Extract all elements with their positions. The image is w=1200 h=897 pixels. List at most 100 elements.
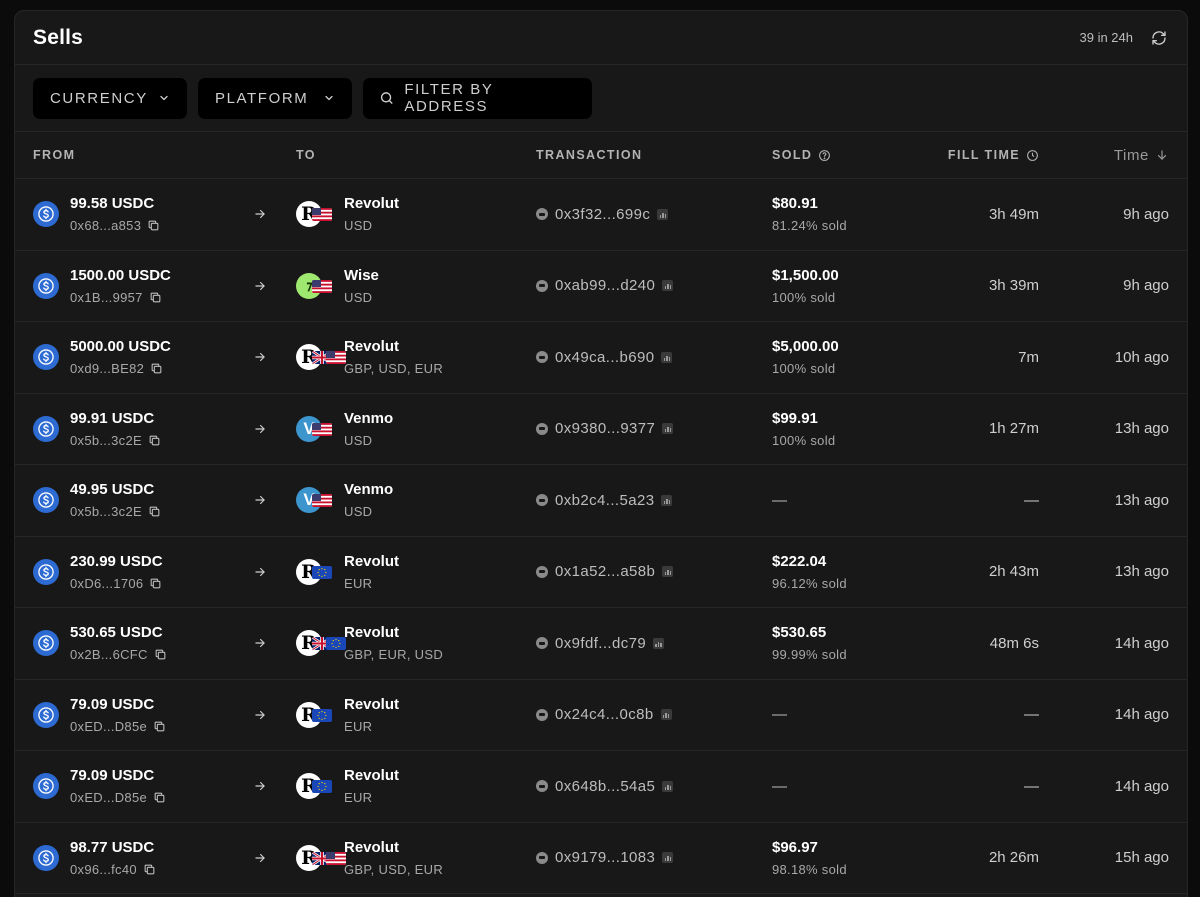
- seller-address[interactable]: 0xED...D85e: [70, 719, 147, 734]
- transaction-link[interactable]: 0x1a52...a58b: [536, 563, 674, 580]
- refresh-icon[interactable]: [1149, 28, 1169, 48]
- transaction-link[interactable]: 0x9fdf...dc79: [536, 635, 665, 652]
- to-cell: R Revolut EUR: [296, 680, 399, 751]
- usdc-icon: [33, 844, 59, 871]
- table-row[interactable]: 79.09 USDC 0xED...D85e R Revolut EUR: [15, 680, 1187, 751]
- from-cell: 99.58 USDC 0x68...a853: [33, 179, 160, 250]
- sell-amount: 98.77 USDC: [70, 838, 155, 856]
- table-row[interactable]: 79.09 USDC 0xED...D85e R Revolut EUR: [15, 751, 1187, 823]
- transaction-link[interactable]: 0x3f32...699c: [536, 206, 669, 223]
- explorer-icon[interactable]: [653, 637, 665, 649]
- copy-icon[interactable]: [153, 720, 166, 733]
- explorer-icon[interactable]: [662, 852, 674, 864]
- explorer-icon[interactable]: [662, 280, 674, 292]
- seller-address[interactable]: 0x5b...3c2E: [70, 504, 142, 519]
- table-row[interactable]: 99.58 USDC 0x68...a853 R Revolut USD 0x3…: [15, 179, 1187, 251]
- copy-icon[interactable]: [150, 362, 163, 375]
- sold-amount: $222.04: [772, 552, 827, 570]
- copy-icon[interactable]: [147, 219, 160, 232]
- arrow-right-icon: [253, 179, 267, 250]
- table-row[interactable]: 99.91 USDC 0x5b...3c2E V Venmo USD 0x938…: [15, 394, 1187, 465]
- platform-currencies: GBP, EUR, USD: [344, 647, 444, 663]
- arrow-right-icon: [253, 823, 267, 894]
- seller-address[interactable]: 0x5b...3c2E: [70, 433, 142, 448]
- sold-cell: $222.04 96.12% sold: [772, 537, 847, 608]
- currency-flags: [312, 208, 332, 222]
- table-row[interactable]: 230.99 USDC 0xD6...1706 R Revolut EUR 0x…: [15, 537, 1187, 608]
- usdc-icon: [33, 558, 59, 585]
- seller-address[interactable]: 0xD6...1706: [70, 576, 143, 591]
- fill-time: 48m 6s: [989, 634, 1039, 652]
- chain-icon: [536, 708, 548, 721]
- chain-icon: [536, 351, 548, 364]
- sold-amount: $5,000.00: [772, 338, 839, 356]
- from-text: 79.09 USDC 0xED...D85e: [70, 696, 166, 734]
- transaction-link[interactable]: 0xab99...d240: [536, 277, 674, 294]
- seller-address[interactable]: 0x68...a853: [70, 218, 141, 233]
- transaction-cell: 0x1a52...a58b: [536, 537, 674, 608]
- table-row[interactable]: 49.95 USDC 0x5b...3c2E V Venmo USD 0xb2c…: [15, 465, 1187, 537]
- table-row[interactable]: 98.77 USDC 0x96...fc40 R Revolut GBP, US…: [15, 823, 1187, 894]
- seller-address[interactable]: 0xED...D85e: [70, 790, 147, 805]
- sell-time: 14h ago: [1114, 634, 1169, 652]
- seller-address[interactable]: 0x1B...9957: [70, 290, 143, 305]
- column-header-to[interactable]: TO: [296, 148, 316, 162]
- platform-currencies: USD: [344, 218, 373, 234]
- copy-icon[interactable]: [154, 648, 167, 661]
- explorer-icon[interactable]: [661, 351, 673, 363]
- transaction-link[interactable]: 0x648b...54a5: [536, 778, 674, 795]
- usdc-icon: [33, 630, 59, 657]
- platform-dropdown[interactable]: PLATFORM: [198, 77, 352, 119]
- arrow-right-icon: [253, 251, 267, 322]
- table-row[interactable]: 5000.00 USDC 0xd9...BE82 R Revolut GBP, …: [15, 322, 1187, 394]
- flag-us-icon: [326, 851, 346, 865]
- explorer-icon[interactable]: [662, 780, 674, 792]
- explorer-icon[interactable]: [657, 208, 669, 220]
- currency-flags: [312, 494, 332, 508]
- sell-amount: 99.91 USDC: [70, 409, 155, 427]
- column-header-sold[interactable]: SOLD: [772, 148, 831, 162]
- explorer-icon[interactable]: [660, 709, 672, 721]
- info-icon[interactable]: [1026, 149, 1039, 162]
- column-header-time[interactable]: Time: [1114, 147, 1169, 164]
- column-header-transaction[interactable]: TRANSACTION: [536, 148, 642, 162]
- transaction-link[interactable]: 0x9179...1083: [536, 849, 674, 866]
- seller-address[interactable]: 0x96...fc40: [70, 862, 137, 877]
- table-header: FROM TO TRANSACTION SOLD FILL TIME Time: [15, 132, 1187, 179]
- platform-currencies: USD: [344, 289, 373, 305]
- transaction-cell: 0x3f32...699c: [536, 179, 669, 250]
- to-text: Revolut GBP, EUR, USD: [344, 624, 443, 662]
- column-header-fill-time[interactable]: FILL TIME: [948, 148, 1039, 162]
- info-icon[interactable]: [818, 149, 831, 162]
- address-filter-input[interactable]: FILTER BY ADDRESS: [363, 77, 592, 119]
- chain-icon: [536, 422, 548, 435]
- fill-time: 7m: [1018, 348, 1039, 366]
- copy-icon[interactable]: [143, 863, 156, 876]
- column-header-from[interactable]: FROM: [33, 148, 75, 162]
- column-header-sold-label: SOLD: [772, 148, 813, 162]
- explorer-icon[interactable]: [662, 423, 674, 435]
- currency-flags: [312, 422, 332, 436]
- platform-name: Revolut: [344, 838, 400, 856]
- copy-icon[interactable]: [148, 505, 161, 518]
- transaction-link[interactable]: 0xb2c4...5a23: [536, 492, 673, 509]
- transaction-link[interactable]: 0x9380...9377: [536, 420, 674, 437]
- copy-icon[interactable]: [149, 291, 162, 304]
- copy-icon[interactable]: [148, 434, 161, 447]
- fill-time: —: [1024, 491, 1039, 509]
- copy-icon[interactable]: [149, 577, 162, 590]
- currency-flags: [312, 708, 332, 722]
- seller-address[interactable]: 0xd9...BE82: [70, 361, 144, 376]
- transaction-link[interactable]: 0x49ca...b690: [536, 349, 673, 366]
- explorer-icon[interactable]: [662, 566, 674, 578]
- to-cell: R Revolut GBP, USD, EUR: [296, 823, 443, 894]
- transaction-link[interactable]: 0x24c4...0c8b: [536, 706, 672, 723]
- usdc-icon: [33, 272, 59, 299]
- currency-dropdown[interactable]: CURRENCY: [33, 77, 187, 119]
- platform-name: Revolut: [344, 195, 400, 213]
- seller-address[interactable]: 0x2B...6CFC: [70, 647, 148, 662]
- explorer-icon[interactable]: [661, 494, 673, 506]
- table-row[interactable]: 1500.00 USDC 0x1B...9957 ⁊ Wise USD 0xab…: [15, 251, 1187, 322]
- table-row[interactable]: 530.65 USDC 0x2B...6CFC R Revolut GBP, E…: [15, 608, 1187, 680]
- copy-icon[interactable]: [153, 791, 166, 804]
